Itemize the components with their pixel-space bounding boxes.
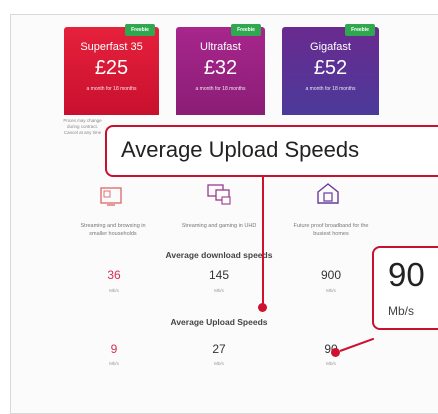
upload-unit-2: Mb/s	[214, 361, 224, 366]
zoom-callout: 90 Mb/s	[372, 246, 438, 330]
freebie-badge: Freebie	[231, 24, 261, 36]
single-screen-icon	[98, 183, 124, 209]
freebie-badge: Freebie	[125, 24, 155, 36]
plan-term: a month for 18 months	[195, 86, 246, 92]
plan-price: £52	[313, 57, 348, 79]
plan-name: Superfast 35	[80, 41, 143, 53]
plan-name: Gigafast	[310, 41, 351, 53]
plan-card-gigafast[interactable]: Freebie Gigafast £52 a month for 18 mont…	[282, 24, 379, 115]
download-value-1: 36	[107, 268, 121, 282]
upload-speeds-callout: Average Upload Speeds	[105, 125, 438, 177]
plan-card-superfast[interactable]: Freebie Superfast 35 £25 a month for 18 …	[64, 24, 159, 115]
download-unit-3: Mb/s	[326, 288, 336, 293]
feature-text-2: Streaming and gaming in UHD	[181, 223, 257, 229]
download-value-2: 145	[208, 268, 230, 282]
freebie-badge: Freebie	[345, 24, 375, 36]
zoom-value: 90	[388, 256, 425, 293]
callout-title: Average Upload Speeds	[121, 137, 360, 162]
upload-unit-3: Mb/s	[326, 361, 336, 366]
plan-price: £32	[203, 57, 238, 79]
upload-value-1: 9	[110, 342, 118, 356]
callout-pointer-line	[262, 176, 264, 308]
feature-text-1: Streaming and browsing in smaller househ…	[80, 223, 146, 237]
download-value-3: 900	[320, 268, 342, 282]
house-icon	[315, 180, 341, 206]
plan-term: a month for 18 months	[86, 86, 137, 92]
multi-screen-icon	[206, 181, 232, 207]
zoom-pointer-dot	[331, 348, 340, 357]
plan-card-ultrafast[interactable]: Freebie Ultrafast £32 a month for 18 mon…	[176, 24, 265, 115]
download-unit-2: Mb/s	[214, 288, 224, 293]
feature-text-3: Future proof broadband for the busiest h…	[293, 223, 369, 237]
plan-name: Ultrafast	[200, 41, 241, 53]
zoom-unit: Mb/s	[388, 304, 415, 318]
callout-pointer-dot	[258, 303, 267, 312]
download-unit-1: Mb/s	[109, 288, 119, 293]
plan-price: £25	[94, 57, 129, 79]
upload-value-2: 27	[212, 342, 226, 356]
plan-term: a month for 18 months	[305, 86, 356, 92]
upload-unit-1: Mb/s	[109, 361, 119, 366]
fine-print: Prices may change during contract. Cance…	[63, 118, 102, 135]
